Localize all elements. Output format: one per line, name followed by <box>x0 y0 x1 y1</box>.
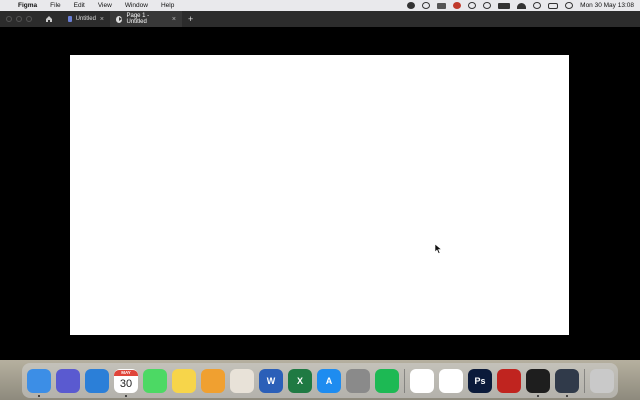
menubar-clock[interactable]: Mon 30 May 13:08 <box>580 2 634 9</box>
close-tab-icon[interactable]: × <box>100 16 104 23</box>
dock-slack-icon[interactable] <box>410 368 434 393</box>
tab-page-1-untitled[interactable]: Page 1 - Untitled × <box>110 11 182 27</box>
clock-icon[interactable] <box>468 2 477 9</box>
prototype-frame[interactable] <box>70 55 569 335</box>
dock-app-store-icon[interactable]: A <box>317 368 341 393</box>
menu-app-name[interactable]: Figma <box>18 0 37 11</box>
dock-word-icon[interactable]: W <box>259 368 283 393</box>
tab-label: Page 1 - Untitled <box>126 13 150 25</box>
presentation-stage <box>0 27 640 360</box>
dock-acrobat-icon[interactable] <box>497 368 521 393</box>
app-menu: Figma File Edit View Window Help <box>18 0 174 11</box>
play-icon[interactable] <box>483 2 492 9</box>
keyboard-icon[interactable] <box>437 2 447 9</box>
dock-glyph: W <box>266 375 276 386</box>
window-controls <box>6 16 32 22</box>
minimize-window-button[interactable] <box>16 16 22 22</box>
figma-tab-bar: Untitled × Page 1 - Untitled × + <box>0 11 640 27</box>
dock-photoshop-icon[interactable]: Ps <box>468 368 492 393</box>
dock-finder-icon[interactable] <box>27 368 51 397</box>
status-area: Mon 30 May 13:08 <box>407 0 634 11</box>
tab-untitled[interactable]: Untitled × <box>62 11 110 27</box>
dock-separator <box>584 368 585 393</box>
dock: MAY 30 W X A Ps <box>22 363 618 398</box>
dock-trash-icon[interactable] <box>590 368 614 393</box>
close-window-button[interactable] <box>6 16 12 22</box>
new-tab-button[interactable]: + <box>188 14 193 24</box>
dock-calendar-icon[interactable]: MAY 30 <box>114 368 138 397</box>
menu-bar: Figma File Edit View Window Help Mon 30 … <box>0 0 640 11</box>
dock-glyph: Ps <box>474 375 486 386</box>
dock-messages-icon[interactable] <box>143 368 167 393</box>
dock-safari-icon[interactable] <box>85 368 109 393</box>
dock-system-preferences-icon[interactable] <box>346 368 370 393</box>
dock-asana-icon[interactable] <box>439 368 463 393</box>
running-indicator <box>537 394 539 397</box>
home-icon[interactable] <box>42 11 56 27</box>
sync-icon[interactable] <box>422 2 431 9</box>
spotlight-icon[interactable] <box>533 2 542 9</box>
menu-view[interactable]: View <box>98 0 112 11</box>
dock-excel-icon[interactable]: X <box>288 368 312 393</box>
running-indicator <box>566 394 568 397</box>
dock-spotify-icon[interactable] <box>375 368 399 393</box>
running-indicator <box>38 394 40 397</box>
dock-photos-icon[interactable] <box>201 368 225 393</box>
dock-figma-icon[interactable] <box>526 368 550 397</box>
zoom-window-button[interactable] <box>26 16 32 22</box>
dock-quicktime-icon[interactable] <box>555 368 579 397</box>
file-icon <box>68 16 72 22</box>
dock-separator <box>404 368 405 393</box>
record-icon[interactable] <box>407 2 416 9</box>
battery-icon[interactable] <box>498 2 511 9</box>
menu-edit[interactable]: Edit <box>74 0 85 11</box>
creative-cloud-icon[interactable] <box>453 2 462 9</box>
wifi-icon[interactable] <box>517 2 527 9</box>
running-indicator <box>125 394 127 397</box>
close-tab-icon[interactable]: × <box>172 16 176 23</box>
dock-preview-icon[interactable] <box>230 368 254 393</box>
control-center-icon[interactable] <box>548 2 559 9</box>
dock-notes-icon[interactable] <box>172 368 196 393</box>
menu-file[interactable]: File <box>50 0 60 11</box>
siri-icon[interactable] <box>565 2 574 9</box>
calendar-day: 30 <box>119 377 133 390</box>
dock-glyph: X <box>296 375 303 386</box>
prototype-icon <box>116 15 123 23</box>
tab-label: Untitled <box>75 16 96 22</box>
cursor-icon <box>435 244 443 254</box>
dock-glyph: A <box>325 375 333 386</box>
menu-help[interactable]: Help <box>161 0 174 11</box>
dock-launchpad-icon[interactable] <box>56 368 80 393</box>
menu-window[interactable]: Window <box>125 0 148 11</box>
